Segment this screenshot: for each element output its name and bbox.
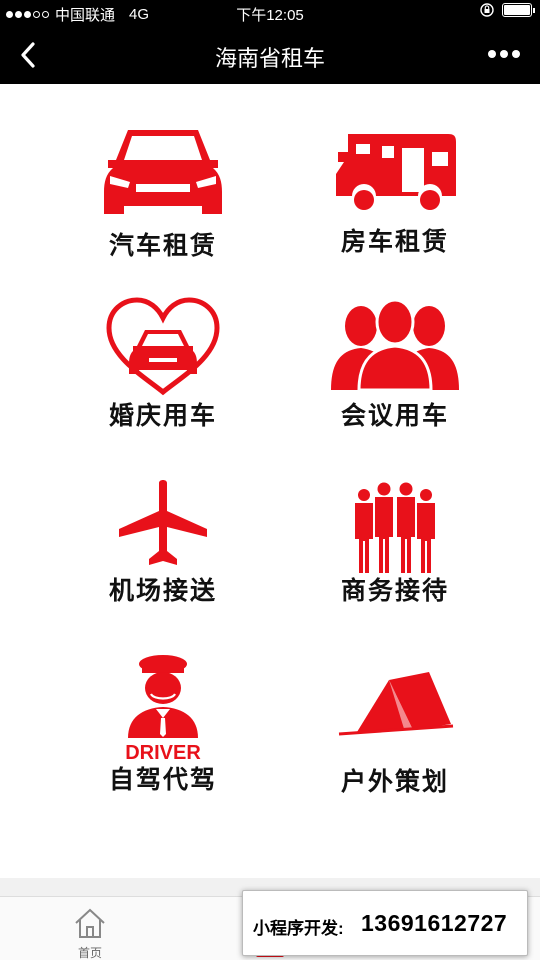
service-label: 汽车租赁 [108,232,217,260]
developer-contact-badge: 小程序开发: 13691612727 [242,890,528,956]
people-group-icon [331,298,459,392]
page-title: 海南省租车 [214,46,325,71]
driver-icon-text: DRIVER [125,742,201,762]
service-rv-rental[interactable]: 房车租赁 [310,122,480,272]
service-label: 商务接待 [340,577,449,605]
more-menu-icon[interactable] [488,50,520,58]
tab-home[interactable]: 首页 [0,897,180,960]
rv-icon [336,134,456,210]
service-business-reception[interactable]: 商务接待 [310,479,480,629]
orientation-lock-icon [480,3,494,17]
developer-phone: 13691612727 [361,910,508,936]
status-right [480,3,535,17]
status-time: 下午12:05 [236,7,304,24]
airplane-icon [119,480,207,565]
status-bar: 中国联通 4G 下午12:05 [0,0,540,26]
nav-bar: 海南省租车 [0,26,540,84]
car-icon [104,130,222,214]
business-people-icon [355,482,435,573]
heart-car-icon [106,297,220,396]
service-label: 户外策划 [340,768,449,796]
tent-icon [338,672,454,736]
service-label: 自驾代驾 [108,766,217,794]
service-wedding-car[interactable]: 婚庆用车 [78,296,248,446]
service-label: 婚庆用车 [108,402,217,430]
service-conference-car[interactable]: 会议用车 [310,296,480,446]
developer-label: 小程序开发: [253,919,344,938]
driver-icon: DRIVER [125,655,201,762]
service-label: 机场接送 [108,577,217,605]
service-airport-transfer[interactable]: 机场接送 [78,479,248,629]
tab-home-label: 首页 [77,946,102,960]
service-designated-driver[interactable]: DRIVER 自驾代驾 [78,652,248,802]
service-label: 会议用车 [340,402,449,430]
home-icon [75,908,105,938]
service-car-rental[interactable]: 汽车租赁 [78,122,248,272]
battery-icon [502,3,535,17]
service-outdoor-planning[interactable]: 户外策划 [310,652,480,802]
service-label: 房车租赁 [340,228,449,256]
